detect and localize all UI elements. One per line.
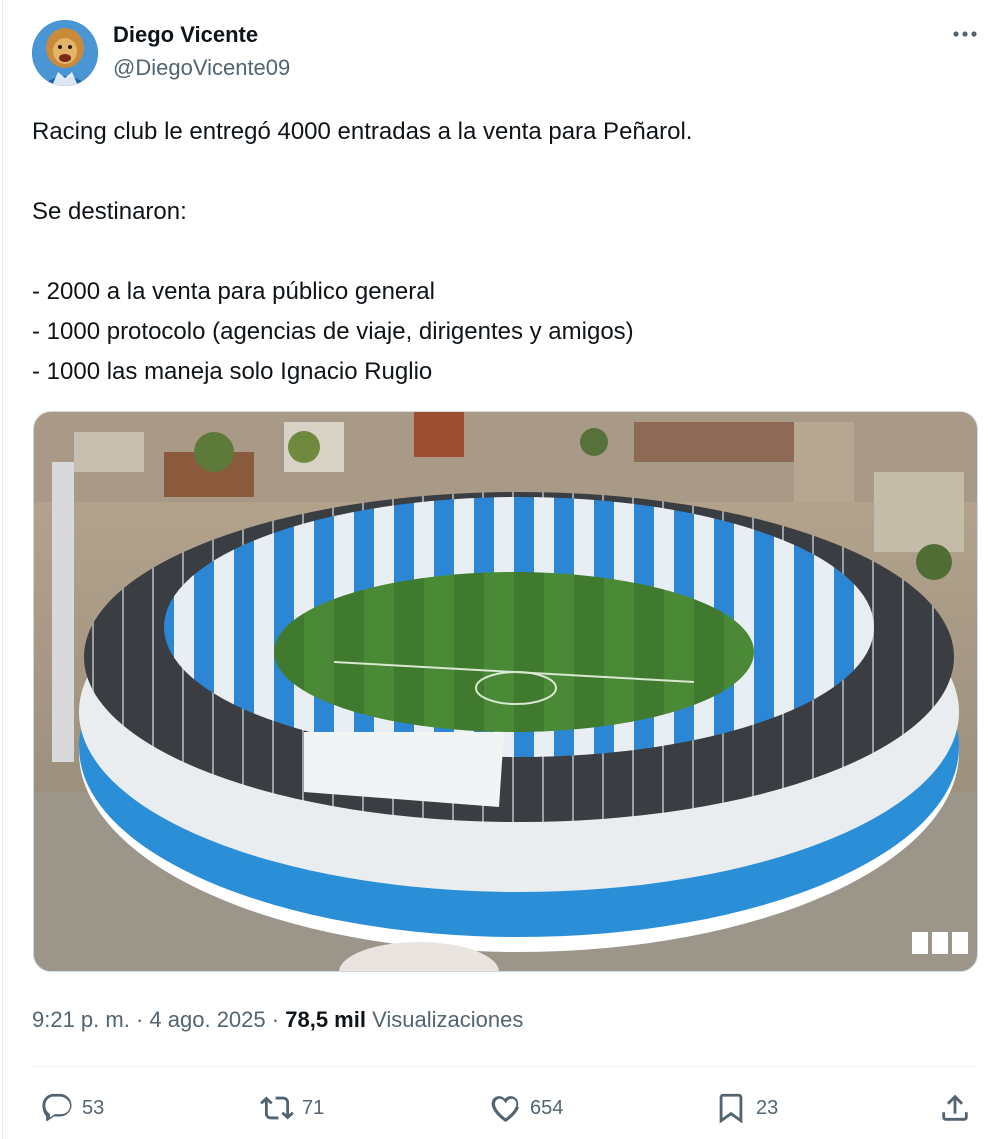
repost-count: 71 <box>302 1096 325 1119</box>
like-button[interactable]: 654 <box>488 1086 563 1130</box>
tweet-photo[interactable] <box>33 411 978 972</box>
more-options-button[interactable] <box>950 22 980 46</box>
share-button[interactable] <box>938 1086 972 1130</box>
tweet-line <box>32 232 962 272</box>
bookmark-count: 23 <box>756 1096 779 1119</box>
stadium-aerial-image <box>34 412 977 971</box>
heart-icon <box>491 1096 520 1123</box>
tweet-line <box>32 152 962 192</box>
tweet-line: - 1000 protocolo (agencias de viaje, dir… <box>32 318 634 345</box>
bookmark-icon <box>719 1093 743 1124</box>
left-border <box>2 0 3 1139</box>
reply-button[interactable]: 53 <box>40 1086 104 1130</box>
tweet-text: Racing club le entregó 4000 entradas a l… <box>32 112 962 392</box>
reply-count: 53 <box>82 1096 105 1119</box>
avatar-lion-icon <box>32 20 98 86</box>
divider <box>32 1066 978 1067</box>
meta-dot: · <box>271 1007 280 1032</box>
share-icon <box>942 1094 968 1121</box>
like-count: 654 <box>530 1096 564 1119</box>
author-name[interactable]: Diego Vicente <box>113 21 258 49</box>
author-handle[interactable]: @DiegoVicente09 <box>113 54 290 82</box>
tweet-line: Racing club le entregó 4000 entradas a l… <box>32 118 693 145</box>
bookmark-button[interactable]: 23 <box>714 1086 778 1130</box>
views-count: 78,5 mil <box>285 1007 366 1032</box>
more-dots-icon <box>953 31 977 37</box>
tweet-meta: 9:21 p. m. · 4 ago. 2025 · 78,5 mil Visu… <box>32 1004 523 1036</box>
repost-icon <box>260 1096 294 1120</box>
tweet-time[interactable]: 9:21 p. m. <box>32 1007 130 1032</box>
avatar[interactable] <box>32 20 98 86</box>
reply-icon <box>42 1093 72 1122</box>
repost-button[interactable]: 71 <box>260 1086 324 1130</box>
tweet-line: - 2000 a la venta para público general <box>32 278 435 305</box>
action-bar: 53 71 654 23 <box>0 1086 1000 1130</box>
tweet-line: - 1000 las maneja solo Ignacio Ruglio <box>32 358 433 385</box>
tweet-date[interactable]: 4 ago. 2025 <box>149 1007 265 1032</box>
tweet-line: Se destinaron: <box>32 198 187 225</box>
meta-dot: · <box>135 1007 144 1032</box>
views-label: Visualizaciones <box>372 1007 524 1032</box>
